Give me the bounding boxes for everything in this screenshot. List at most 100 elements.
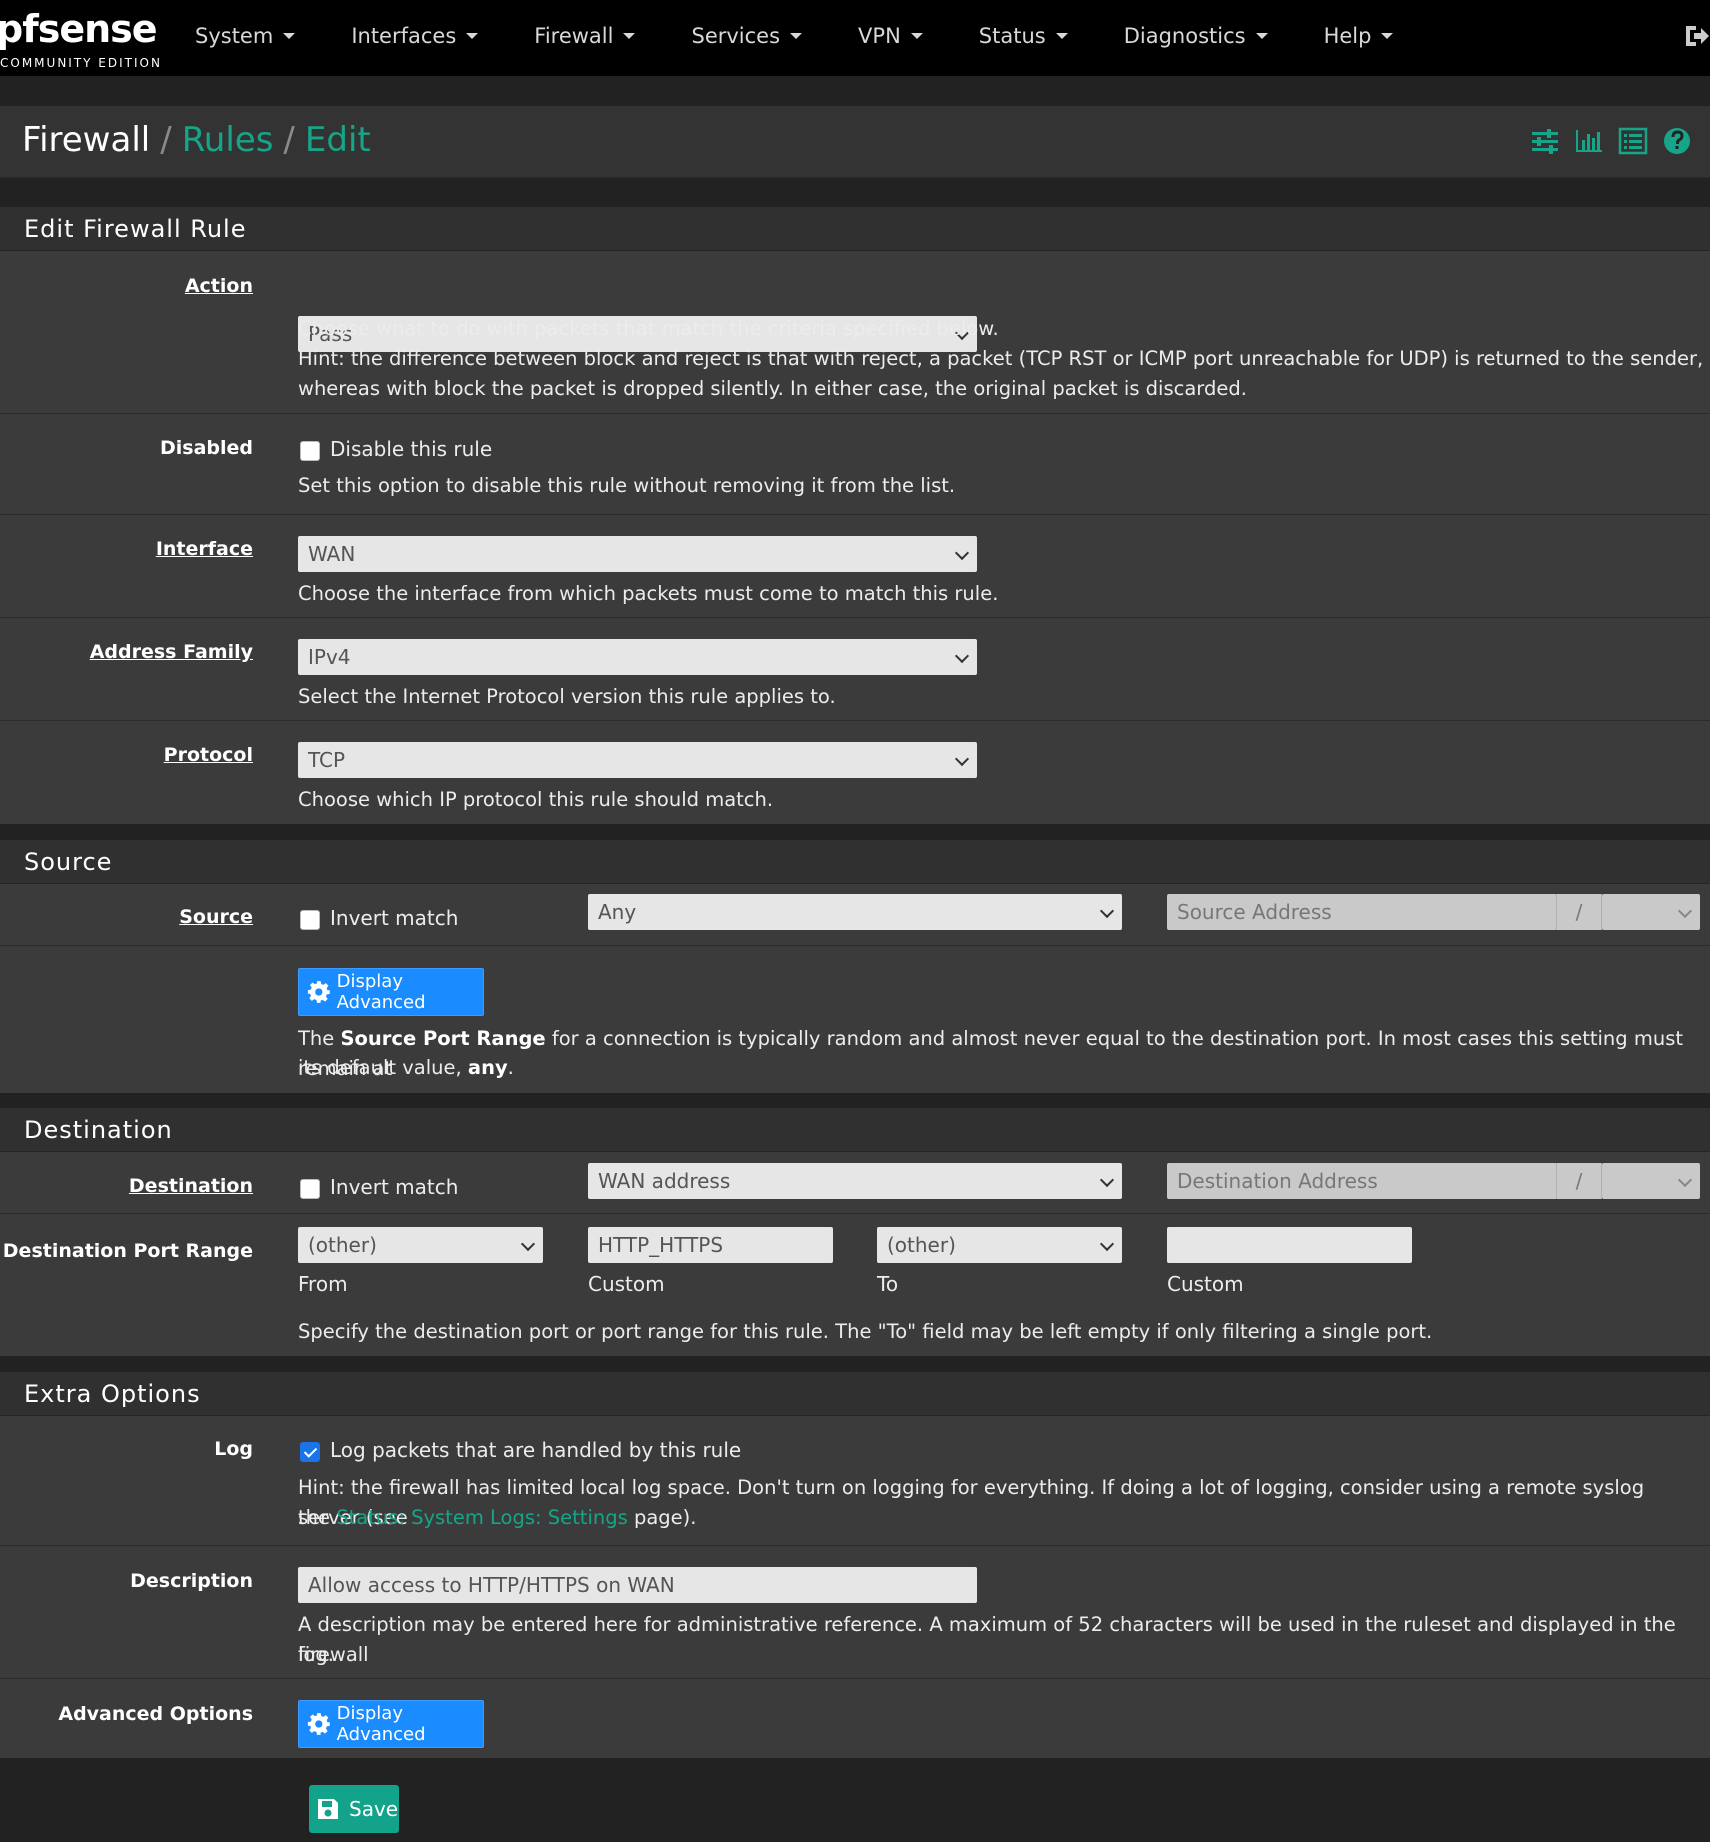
nav-system[interactable]: System xyxy=(195,24,296,48)
source-help-2: its default value, any. xyxy=(298,1053,514,1083)
nav-services-label: Services xyxy=(691,24,781,48)
destination-port-to-select[interactable]: (other) xyxy=(877,1227,1122,1263)
address-family-select-value: IPv4 xyxy=(308,645,351,669)
save-button[interactable]: Save xyxy=(309,1785,399,1833)
breadcrumb: Firewall / Rules / Edit xyxy=(22,120,371,160)
gear-icon xyxy=(307,981,330,1003)
nav-help-label: Help xyxy=(1323,24,1372,48)
help-icon[interactable] xyxy=(1662,126,1692,156)
log-checkbox-label: Log packets that are handled by this rul… xyxy=(330,1438,742,1462)
log-checkbox[interactable] xyxy=(300,1442,320,1462)
log-help-2: the Status: System Logs: Settings page). xyxy=(298,1503,696,1533)
breadcrumb-edit[interactable]: Edit xyxy=(305,120,371,160)
disable-rule-checkbox-label: Disable this rule xyxy=(330,437,493,461)
source-type-select[interactable]: Any xyxy=(588,894,1122,930)
gear-icon xyxy=(307,1713,330,1735)
description-help-1: A description may be entered here for ad… xyxy=(298,1613,1676,1666)
source-type-value: Any xyxy=(598,900,637,924)
nav-services[interactable]: Services xyxy=(691,24,803,48)
nav-firewall[interactable]: Firewall xyxy=(534,24,636,48)
nav-vpn[interactable]: VPN xyxy=(858,24,923,48)
source-mask-select[interactable] xyxy=(1602,894,1700,930)
panel-title-edit-rule: Edit Firewall Rule xyxy=(0,207,1710,251)
address-family-label: Address Family xyxy=(89,641,253,663)
destination-address-input[interactable]: Destination Address xyxy=(1167,1163,1557,1199)
description-label: Description xyxy=(130,1570,253,1592)
log-help-2-post: page). xyxy=(627,1506,697,1529)
description-help-2: log. xyxy=(298,1643,334,1666)
panel-title-extra-options: Extra Options xyxy=(0,1372,1710,1416)
floppy-disk-icon xyxy=(318,1799,338,1819)
nav-interfaces[interactable]: Interfaces xyxy=(351,24,479,48)
destination-label: Destination xyxy=(128,1175,253,1197)
advanced-options-button-label: Display Advanced xyxy=(336,1703,426,1745)
disabled-label: Disabled xyxy=(159,437,253,459)
interface-help: Choose the interface from which packets … xyxy=(298,582,999,605)
nav-status[interactable]: Status xyxy=(979,24,1068,48)
destination-port-range-label: Destination Port Range xyxy=(2,1240,253,1262)
panel-title-destination: Destination xyxy=(0,1108,1710,1152)
destination-mask-select[interactable] xyxy=(1602,1163,1700,1199)
destination-port-from-select[interactable]: (other) xyxy=(298,1227,543,1263)
port-to-label: To xyxy=(877,1272,899,1296)
interface-select-value: WAN xyxy=(308,542,356,566)
disabled-help: Set this option to disable this rule wit… xyxy=(298,474,956,497)
caret-down-icon xyxy=(1255,33,1268,39)
nav-menu: System Interfaces Firewall Services VPN … xyxy=(195,0,1394,72)
nav-system-label: System xyxy=(195,24,274,48)
system-logs-settings-link[interactable]: Status: System Logs: Settings xyxy=(336,1506,628,1529)
logo-edition: COMMUNITY EDITION xyxy=(0,56,162,70)
brand-logo[interactable]: pfsense COMMUNITY EDITION xyxy=(0,6,160,74)
protocol-select[interactable]: TCP xyxy=(298,742,977,778)
source-display-advanced-button[interactable]: Display Advanced xyxy=(298,968,484,1016)
interface-label: Interface xyxy=(155,538,253,560)
log-help-2-pre: the xyxy=(298,1506,337,1529)
protocol-select-value: TCP xyxy=(308,748,346,772)
nav-help[interactable]: Help xyxy=(1324,24,1394,48)
breadcrumb-firewall: Firewall xyxy=(22,120,151,160)
address-family-select[interactable]: IPv4 xyxy=(298,639,977,675)
source-display-advanced-label: Display Advanced xyxy=(336,971,426,1013)
nav-status-label: Status xyxy=(978,24,1046,48)
nav-diagnostics[interactable]: Diagnostics xyxy=(1124,24,1268,48)
caret-down-icon xyxy=(1055,33,1068,39)
destination-port-from-custom-input[interactable]: HTTP_HTTPS xyxy=(588,1227,833,1263)
caret-down-icon xyxy=(283,33,296,39)
port-to-custom-label: Custom xyxy=(1167,1272,1244,1296)
bar-chart-icon[interactable] xyxy=(1574,126,1604,156)
destination-port-help: Specify the destination port or port ran… xyxy=(298,1320,1433,1343)
source-invert-checkbox[interactable] xyxy=(300,910,320,930)
chevron-down-icon xyxy=(1099,903,1115,919)
source-help-2-post: . xyxy=(507,1056,514,1079)
nav-diagnostics-label: Diagnostics xyxy=(1123,24,1246,48)
destination-port-to-custom-input[interactable] xyxy=(1167,1227,1412,1263)
source-address-input[interactable]: Source Address xyxy=(1167,894,1557,930)
list-icon[interactable] xyxy=(1618,126,1648,156)
breadcrumb-rules[interactable]: Rules xyxy=(182,120,274,160)
source-invert-label: Invert match xyxy=(330,906,459,930)
top-navbar: pfsense COMMUNITY EDITION System Interfa… xyxy=(0,0,1710,76)
disable-rule-checkbox[interactable] xyxy=(300,441,320,461)
sliders-icon[interactable] xyxy=(1530,126,1560,156)
chevron-down-icon xyxy=(1677,903,1693,919)
chevron-down-icon xyxy=(1677,1172,1693,1188)
source-help-bold: Source Port Range xyxy=(340,1027,546,1050)
source-help-2-bold: any xyxy=(467,1056,508,1079)
caret-down-icon xyxy=(623,33,636,39)
logo-text: pfsense xyxy=(0,7,158,51)
panel-title-source: Source xyxy=(0,840,1710,884)
destination-type-select[interactable]: WAN address xyxy=(588,1163,1122,1199)
interface-select[interactable]: WAN xyxy=(298,536,977,572)
header-icons xyxy=(1530,126,1692,156)
chevron-down-icon xyxy=(954,648,970,664)
caret-down-icon xyxy=(466,33,479,39)
protocol-help: Choose which IP protocol this rule shoul… xyxy=(298,788,774,811)
protocol-label: Protocol xyxy=(163,744,253,766)
breadcrumb-separator: / xyxy=(283,120,295,160)
destination-invert-checkbox[interactable] xyxy=(300,1179,320,1199)
nav-interfaces-label: Interfaces xyxy=(351,24,457,48)
logout-icon[interactable] xyxy=(1682,22,1710,50)
advanced-options-display-advanced-button[interactable]: Display Advanced xyxy=(298,1700,484,1748)
destination-port-to-value: (other) xyxy=(887,1233,956,1257)
description-input[interactable]: Allow access to HTTP/HTTPS on WAN xyxy=(298,1567,977,1603)
